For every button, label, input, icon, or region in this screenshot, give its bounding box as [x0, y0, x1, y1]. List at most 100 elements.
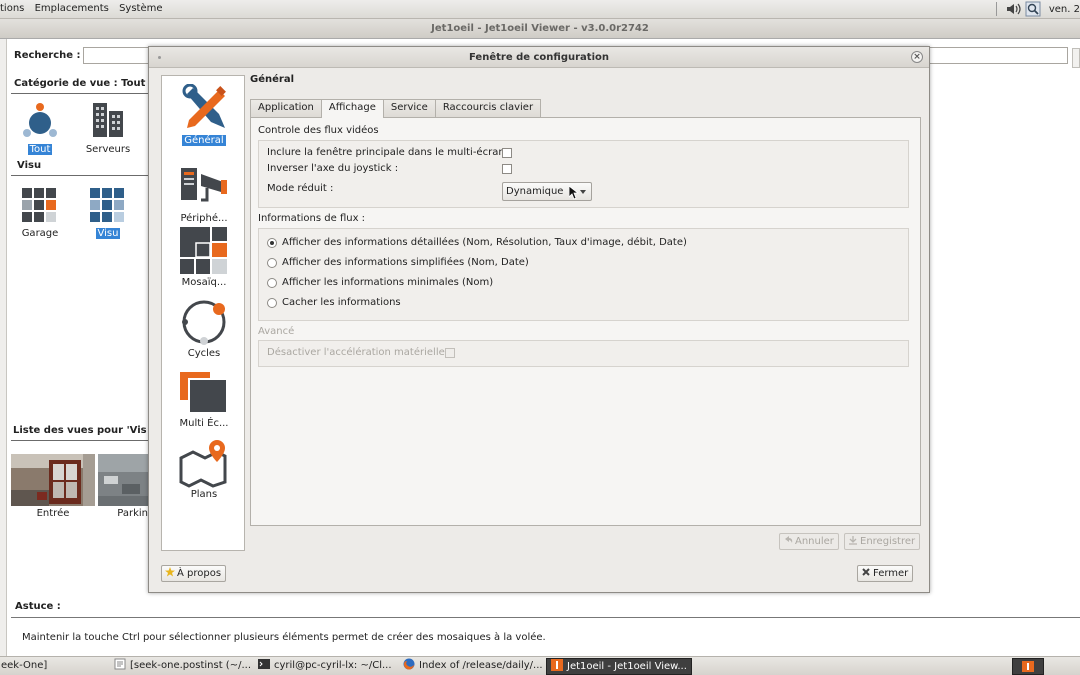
radio-hide-info[interactable] [267, 298, 277, 308]
visu-item-garage-label: Garage [21, 228, 59, 239]
window-menu-icon[interactable] [158, 56, 161, 59]
dialog-title-bar[interactable]: Fenêtre de configuration × [149, 47, 929, 68]
tools-icon [179, 83, 229, 134]
include-main-label: Inclure la fenêtre principale dans le mu… [267, 147, 512, 158]
radio-detailed-info[interactable] [267, 238, 277, 248]
sidebar-item-label: Périphé... [180, 213, 228, 224]
divider [11, 175, 148, 176]
task-jet1oeil[interactable]: Jet1oeil - Jet1oeil View... [546, 658, 692, 675]
terminal-icon [258, 658, 270, 670]
tab-keyboard-shortcuts[interactable]: Raccourcis clavier [434, 99, 542, 117]
task-label: [seek-one.postinst (~/... [130, 660, 251, 671]
visu-item-garage[interactable]: Garage [10, 187, 70, 239]
search-input-tail[interactable] [929, 47, 1068, 64]
save-button[interactable]: Enregistrer [844, 533, 921, 550]
visu-item-visu[interactable]: Visu [78, 187, 138, 239]
sidebar-item-label: Multi Éc... [179, 418, 229, 429]
close-button[interactable]: Fermer [857, 565, 914, 582]
tab-service[interactable]: Service [382, 99, 436, 117]
tip-text: Maintenir la touche Ctrl pour sélectionn… [22, 632, 546, 643]
include-main-checkbox[interactable] [502, 148, 512, 158]
sidebar-item-general[interactable]: Général [162, 83, 246, 146]
tray-separator [995, 2, 997, 16]
dialog-title: Fenêtre de configuration [469, 52, 609, 63]
task-label: cyril@pc-cyril-lx: ~/Cl... [274, 660, 392, 671]
divider [11, 617, 1080, 618]
map-pin-icon [179, 438, 229, 488]
radio-detailed-info-label[interactable]: Afficher des informations détaillées (No… [282, 237, 687, 248]
top-panel: tions Emplacements Système ven. 2 [0, 0, 1080, 19]
undo-icon [783, 535, 793, 545]
task-label: Jet1oeil - Jet1oeil View... [567, 661, 687, 672]
view-label: Parkin [117, 508, 148, 519]
sidebar-item-label: Cycles [187, 348, 221, 359]
views-list-label: Liste des vues pour 'Vis [13, 425, 147, 436]
taskbar: eek-One] [seek-one.postinst (~/... cyril… [0, 656, 1080, 675]
star-icon [165, 567, 175, 577]
info-group-title: Informations de flux : [258, 213, 366, 224]
volume-icon[interactable] [1005, 1, 1021, 17]
system-tray: ven. 2 [995, 1, 1080, 17]
cancel-label: Annuler [795, 536, 834, 547]
radio-simplified-info[interactable] [267, 258, 277, 268]
view-thumbnail[interactable] [11, 454, 95, 506]
category-all[interactable]: Tout [10, 101, 70, 155]
category-servers[interactable]: Serveurs [78, 101, 138, 155]
jet1oeil-icon [1022, 661, 1034, 672]
disable-accel-checkbox[interactable] [445, 348, 455, 358]
close-x-icon [861, 567, 871, 577]
menu-applications[interactable]: tions [0, 3, 24, 14]
menu-system[interactable]: Système [119, 3, 162, 14]
view-thumbnail[interactable] [98, 454, 148, 506]
config-sidebar: Général Périphé... Mosaïq... Cycles Mult… [161, 75, 245, 551]
mosaic-icon [22, 188, 56, 222]
sidebar-item-label: Mosaïq... [181, 277, 227, 288]
clock[interactable]: ven. 2 [1049, 4, 1080, 15]
sidebar-item-mosaics[interactable]: Mosaïq... [162, 226, 246, 288]
sidebar-item-maps[interactable]: Plans [162, 438, 246, 500]
save-icon [848, 535, 858, 545]
display-tab-panel: Controle des flux vidéos Inclure la fenê… [250, 117, 921, 526]
left-dock-edge [0, 39, 7, 656]
disable-accel-label: Désactiver l'accélération matérielle : [267, 347, 452, 358]
reduced-mode-label: Mode réduit : [267, 183, 334, 194]
configuration-dialog: Fenêtre de configuration × Général Périp… [148, 46, 930, 593]
tip-title: Astuce : [15, 601, 61, 612]
task-label: eek-One] [1, 660, 48, 671]
radio-minimal-info-label[interactable]: Afficher les informations minimales (Nom… [282, 277, 493, 288]
cancel-button[interactable]: Annuler [779, 533, 839, 550]
cycles-icon [179, 297, 229, 347]
scrollbar[interactable] [1072, 48, 1080, 68]
category-servers-label: Serveurs [85, 144, 131, 155]
reduced-mode-value: Dynamique [506, 186, 564, 197]
top-menubar: tions Emplacements Système [0, 3, 170, 14]
sidebar-item-cycles[interactable]: Cycles [162, 297, 246, 359]
radio-minimal-info[interactable] [267, 278, 277, 288]
task-browser[interactable]: Index of /release/daily/... [399, 658, 544, 675]
category-all-label: Tout [27, 144, 53, 155]
radio-simplified-info-label[interactable]: Afficher des informations simplifiées (N… [282, 257, 529, 268]
workspace-switcher[interactable] [1012, 658, 1044, 675]
jet1oeil-icon [551, 659, 563, 671]
radio-hide-info-label[interactable]: Cacher les informations [282, 297, 401, 308]
task-seek-one[interactable]: eek-One] [0, 658, 100, 675]
advanced-group-title: Avancé [258, 326, 295, 337]
all-icon [23, 103, 57, 137]
video-group-title: Controle des flux vidéos [258, 125, 379, 136]
multi-screen-icon [179, 367, 229, 417]
about-button[interactable]: À propos [161, 565, 227, 582]
invert-joystick-checkbox[interactable] [502, 164, 512, 174]
menu-places[interactable]: Emplacements [35, 3, 109, 14]
task-terminal[interactable]: cyril@pc-cyril-lx: ~/Cl... [254, 658, 396, 675]
sidebar-item-peripherals[interactable]: Périphé... [162, 162, 246, 224]
search-icon[interactable] [1025, 1, 1041, 17]
close-icon[interactable]: × [911, 51, 923, 63]
view-category-label: Catégorie de vue : Tout [14, 78, 146, 89]
visu-item-visu-label: Visu [95, 228, 121, 239]
sidebar-item-multi-screen[interactable]: Multi Éc... [162, 367, 246, 429]
task-editor[interactable]: [seek-one.postinst (~/... [110, 658, 252, 675]
tab-display[interactable]: Affichage [320, 99, 384, 118]
task-label: Index of /release/daily/... [419, 660, 543, 671]
search-input[interactable] [83, 47, 149, 64]
tab-application[interactable]: Application [250, 99, 322, 117]
